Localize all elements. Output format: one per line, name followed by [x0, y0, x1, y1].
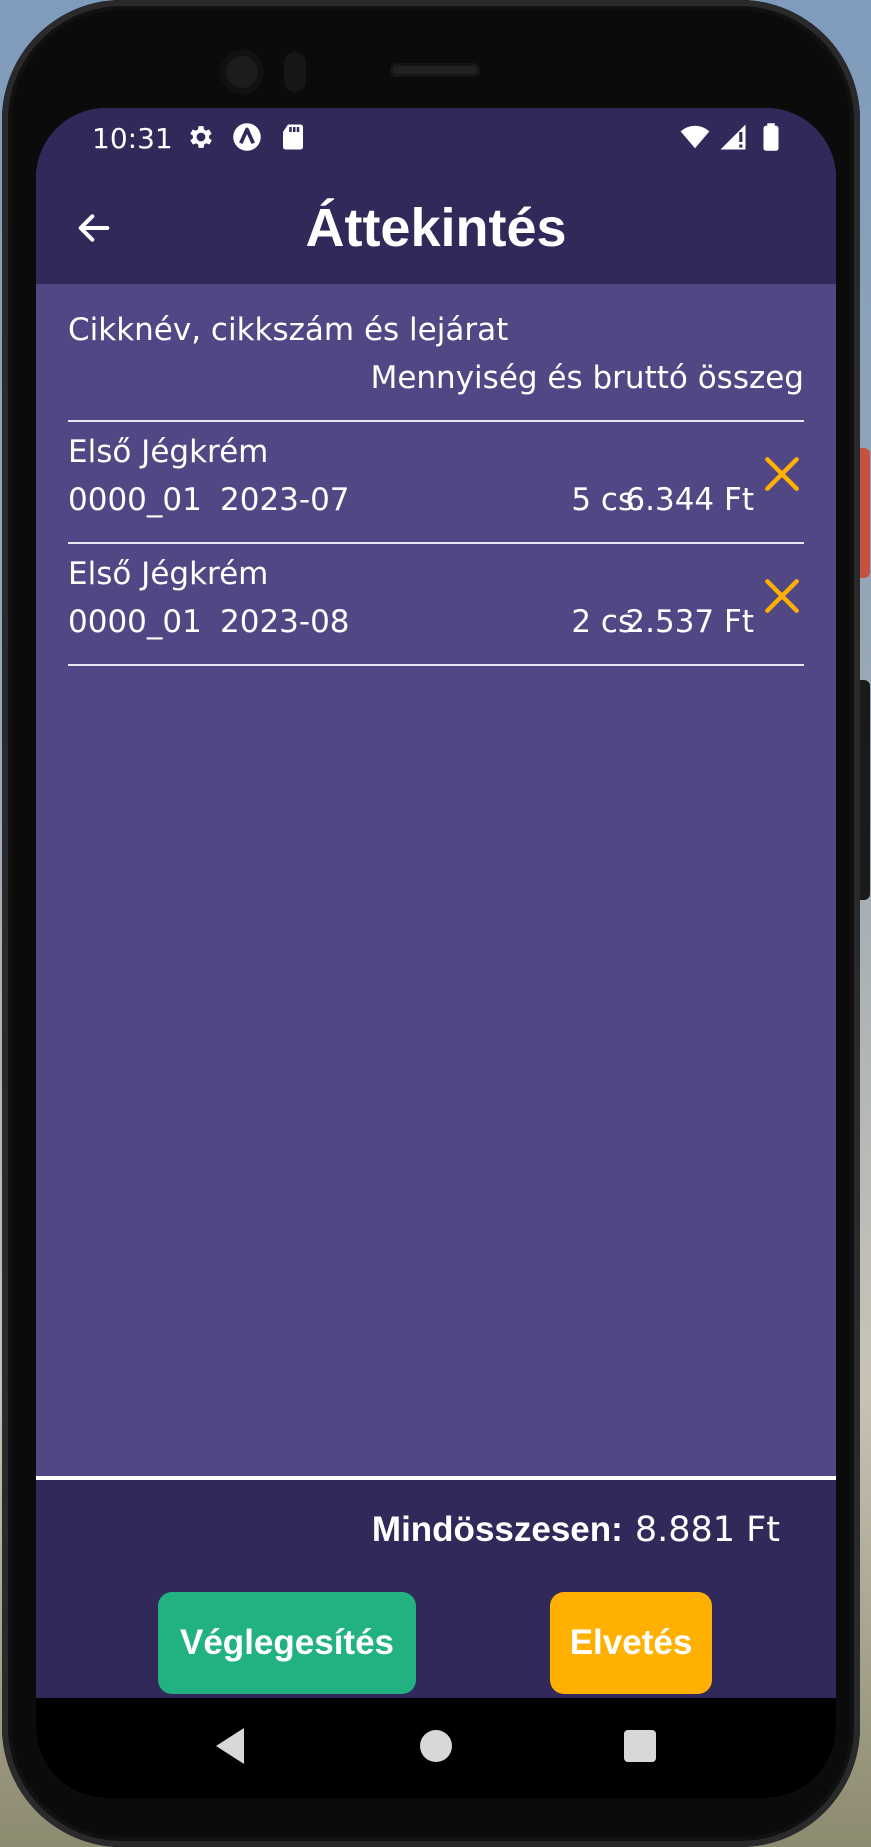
- review-list: Cikknév, cikkszám és lejárat Mennyiség é…: [36, 284, 836, 1584]
- earpiece-speaker: [390, 63, 480, 77]
- nav-recents-icon[interactable]: [624, 1730, 656, 1762]
- total-label: Mindösszesen:: [371, 1510, 623, 1549]
- device-screen: 10:31 Áttekintés Cikknév, cikkszám és le…: [36, 108, 836, 1798]
- row-divider: [68, 664, 804, 666]
- gear-icon: [190, 126, 212, 148]
- status-time: 10:31: [92, 122, 173, 155]
- power-button: [860, 448, 870, 578]
- item-name: Első Jégkrém: [68, 434, 269, 470]
- page-title: Áttekintés: [305, 198, 567, 258]
- app-bar: Áttekintés: [36, 174, 836, 284]
- front-camera: [220, 50, 264, 94]
- total-value: 8.881 Ft: [634, 1510, 780, 1550]
- volume-button: [860, 680, 870, 900]
- status-icons-left: [186, 122, 308, 152]
- item-expiry: 2023-07: [220, 482, 350, 518]
- row-divider: [68, 542, 804, 544]
- list-item: Első Jégkrém 0000_01 2023-07 5 cs. 6.344…: [36, 424, 836, 544]
- item-sku: 0000_01: [68, 482, 202, 518]
- nav-home-icon[interactable]: [420, 1730, 452, 1762]
- header-divider: [68, 420, 804, 422]
- item-amount: 6.344 Ft: [625, 482, 754, 518]
- item-name: Első Jégkrém: [68, 556, 269, 592]
- finalize-button[interactable]: Véglegesítés: [158, 1592, 416, 1694]
- phone-frame: 10:31 Áttekintés Cikknév, cikkszám és le…: [2, 0, 860, 1847]
- close-icon: [765, 457, 799, 491]
- sd-card-icon: [283, 124, 303, 150]
- status-icons-right: [680, 122, 786, 152]
- total-row: Mindösszesen: 8.881 Ft: [372, 1510, 780, 1550]
- close-icon: [765, 579, 799, 613]
- item-sku: 0000_01: [68, 604, 202, 640]
- status-bar: 10:31: [36, 108, 836, 174]
- list-item: Első Jégkrém 0000_01 2023-08 2 cs. 2.537…: [36, 546, 836, 666]
- proximity-sensor: [284, 52, 306, 92]
- nav-back-icon[interactable]: [212, 1726, 248, 1766]
- item-expiry: 2023-08: [220, 604, 350, 640]
- system-nav-bar: [36, 1698, 836, 1798]
- discard-button[interactable]: Elvetés: [550, 1592, 712, 1694]
- item-amount: 2.537 Ft: [625, 604, 754, 640]
- battery-icon: [763, 123, 779, 151]
- list-header-name-sku-expiry: Cikknév, cikkszám és lejárat: [68, 312, 509, 348]
- wifi-icon: [680, 125, 710, 149]
- remove-item-button[interactable]: [756, 570, 808, 622]
- remove-item-button[interactable]: [756, 448, 808, 500]
- list-header-qty-amount: Mennyiség és bruttó összeg: [370, 360, 804, 396]
- app-a-icon: [233, 123, 261, 151]
- signal-icon: [720, 124, 746, 150]
